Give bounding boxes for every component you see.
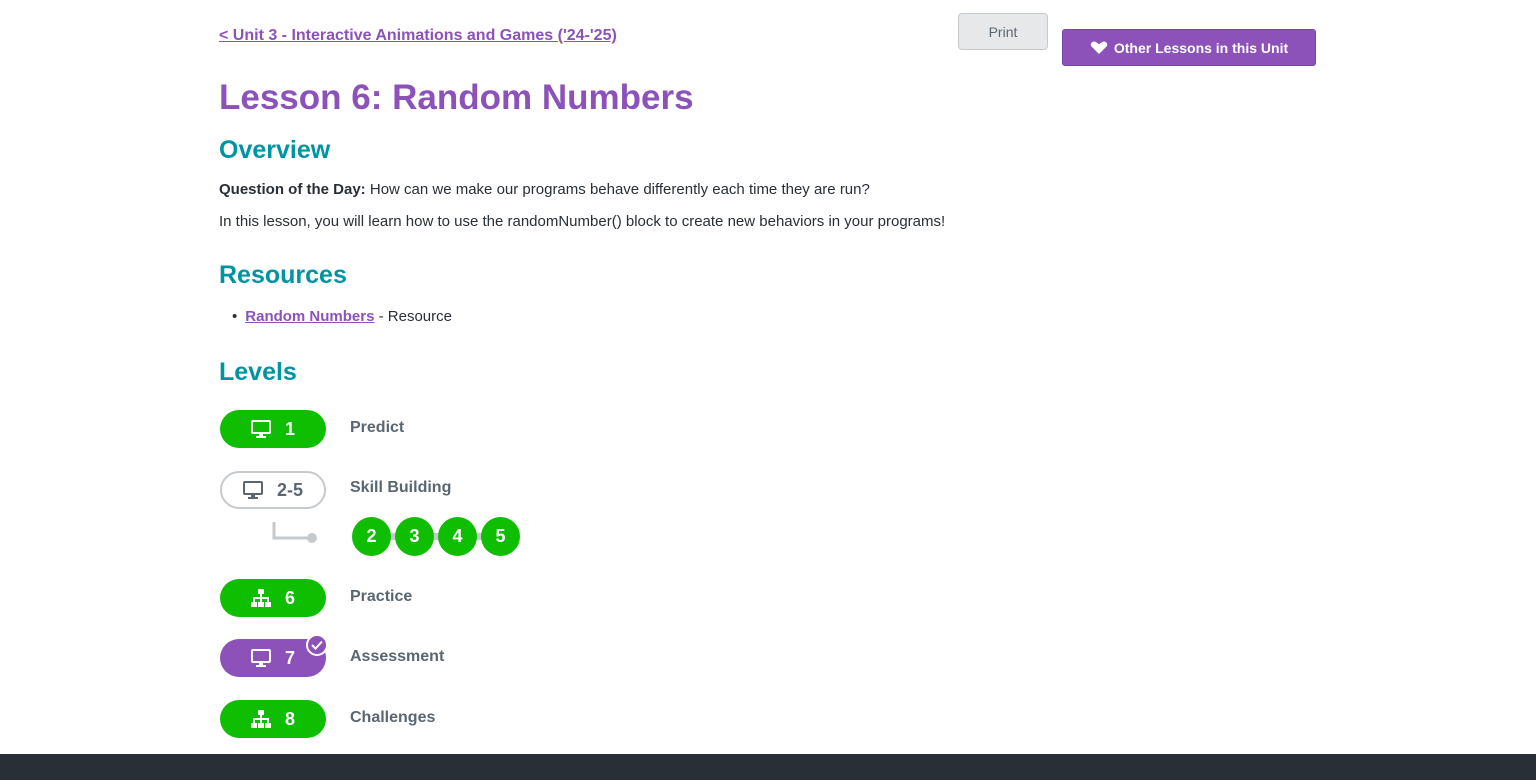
level-1-label: Predict bbox=[350, 419, 405, 436]
desktop-icon bbox=[242, 481, 263, 499]
level-7-label: Assessment bbox=[350, 648, 445, 665]
qotd-label: Question of the Day: bbox=[219, 181, 366, 198]
desktop-icon bbox=[250, 649, 271, 667]
resource-item: • Random Numbers - Resource bbox=[232, 308, 452, 325]
sublevel-3-bubble[interactable]: 3 bbox=[395, 517, 434, 556]
resources-heading: Resources bbox=[219, 261, 347, 289]
sublevel-2-bubble[interactable]: 2 bbox=[352, 517, 391, 556]
sitemap-icon bbox=[250, 710, 271, 728]
bullet: • bbox=[232, 308, 238, 325]
other-lessons-label: Other Lessons in this Unit bbox=[1113, 39, 1289, 56]
back-to-unit-link[interactable]: < Unit 3 - Interactive Animations and Ga… bbox=[219, 27, 617, 45]
lesson-description: In this lesson, you will learn how to us… bbox=[219, 213, 946, 230]
level-2-5-label: Skill Building bbox=[350, 479, 452, 496]
print-button[interactable]: Print bbox=[958, 13, 1048, 50]
levels-heading: Levels bbox=[219, 358, 297, 386]
level-number: 6 bbox=[284, 587, 295, 608]
level-6-button[interactable]: 6 bbox=[220, 579, 326, 617]
qotd-text: How can we make our programs behave diff… bbox=[365, 181, 870, 198]
level-8-label: Challenges bbox=[350, 709, 436, 726]
level-2-5-button[interactable]: 2-5 bbox=[220, 471, 326, 509]
check-icon bbox=[311, 640, 323, 650]
other-lessons-button[interactable]: Other Lessons in this Unit bbox=[1062, 29, 1316, 66]
resource-link-random-numbers[interactable]: Random Numbers bbox=[245, 308, 374, 325]
sublevel-5-bubble[interactable]: 5 bbox=[481, 517, 520, 556]
footer-bar bbox=[0, 754, 1536, 780]
heart-icon bbox=[1090, 41, 1108, 54]
submitted-check-badge bbox=[306, 634, 328, 656]
level-number: 7 bbox=[284, 647, 295, 668]
lesson-title: Lesson 6: Random Numbers bbox=[219, 78, 694, 117]
level-6-label: Practice bbox=[350, 588, 413, 605]
level-1-button[interactable]: 1 bbox=[220, 410, 326, 448]
sublevel-connector bbox=[272, 522, 317, 543]
level-8-button[interactable]: 8 bbox=[220, 700, 326, 738]
lesson-page: < Unit 3 - Interactive Animations and Ga… bbox=[0, 0, 1536, 780]
level-number: 8 bbox=[284, 708, 295, 729]
level-number: 1 bbox=[284, 418, 295, 439]
question-of-the-day: Question of the Day: How can we make our… bbox=[219, 181, 870, 198]
overview-heading: Overview bbox=[219, 136, 331, 164]
resource-suffix: - Resource bbox=[374, 308, 452, 325]
sublevel-4-bubble[interactable]: 4 bbox=[438, 517, 477, 556]
desktop-icon bbox=[250, 420, 271, 438]
sitemap-icon bbox=[250, 589, 271, 607]
level-number: 2-5 bbox=[276, 479, 303, 500]
